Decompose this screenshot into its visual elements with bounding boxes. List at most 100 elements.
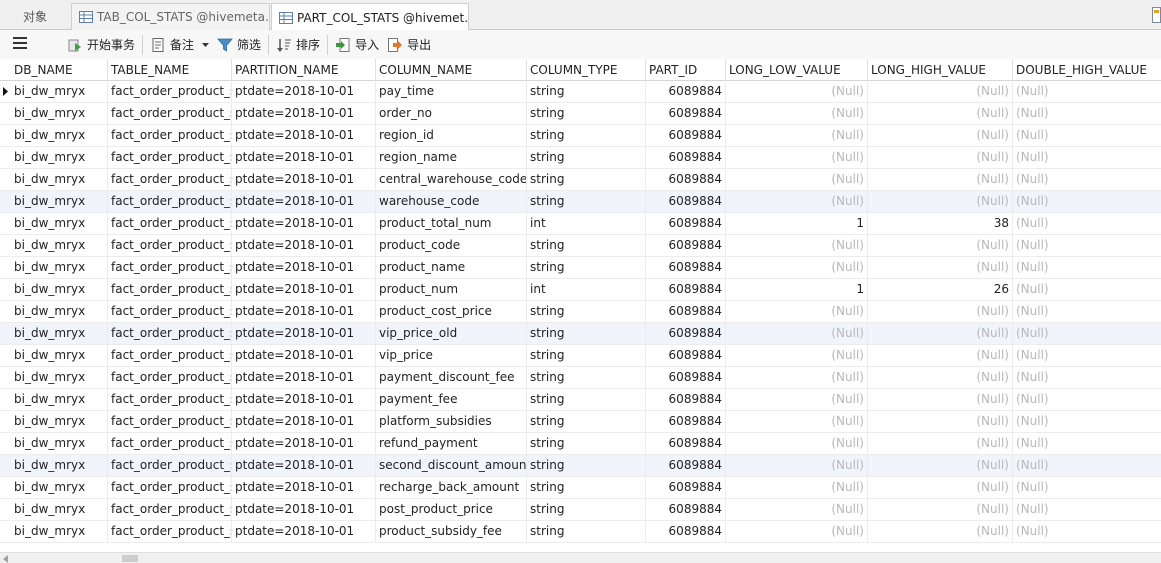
table-cell[interactable]: fact_order_product_s [108, 455, 232, 476]
tab-tab-col-stats[interactable]: TAB_COL_STATS @hivemeta... [71, 3, 270, 30]
table-cell[interactable]: (Null) [726, 169, 868, 190]
table-cell[interactable]: string [527, 103, 646, 124]
table-cell[interactable]: string [527, 389, 646, 410]
table-row[interactable]: bi_dw_mryx fact_order_product_s ptdate=201… [0, 169, 1161, 191]
table-cell[interactable]: (Null) [726, 257, 868, 278]
column-header-db-name[interactable]: DB_NAME [11, 59, 108, 81]
table-cell[interactable]: 6089884 [646, 213, 726, 234]
table-cell[interactable]: bi_dw_mryx [11, 323, 108, 344]
table-cell[interactable]: vip_price_old [376, 323, 527, 344]
table-cell[interactable]: fact_order_product_s [108, 191, 232, 212]
table-cell[interactable]: bi_dw_mryx [11, 301, 108, 322]
table-cell[interactable]: (Null) [1013, 257, 1161, 278]
column-header-column-name[interactable]: COLUMN_NAME [376, 59, 527, 81]
table-cell[interactable]: (Null) [868, 433, 1013, 454]
table-cell[interactable]: (Null) [726, 389, 868, 410]
table-row[interactable]: bi_dw_mryx fact_order_product_s ptdate=201… [0, 455, 1161, 477]
table-cell[interactable]: (Null) [1013, 213, 1161, 234]
table-cell[interactable]: fact_order_product_s [108, 499, 232, 520]
table-cell[interactable]: fact_order_product_s [108, 257, 232, 278]
table-cell[interactable]: (Null) [868, 125, 1013, 146]
table-row[interactable]: bi_dw_mryx fact_order_product_s ptdate=201… [0, 477, 1161, 499]
table-cell[interactable]: ptdate=2018-10-01 [232, 389, 376, 410]
table-row[interactable]: bi_dw_mryx fact_order_product_s ptdate=201… [0, 389, 1161, 411]
table-cell[interactable]: fact_order_product_s [108, 147, 232, 168]
table-cell[interactable]: string [527, 411, 646, 432]
table-cell[interactable]: string [527, 345, 646, 366]
table-cell[interactable]: (Null) [868, 103, 1013, 124]
table-cell[interactable]: 6089884 [646, 389, 726, 410]
tab-part-col-stats[interactable]: PART_COL_STATS @hivemet... [271, 3, 469, 31]
table-cell[interactable]: bi_dw_mryx [11, 389, 108, 410]
table-cell[interactable]: (Null) [868, 147, 1013, 168]
table-row[interactable]: bi_dw_mryx fact_order_product_s ptdate=201… [0, 147, 1161, 169]
table-cell[interactable]: ptdate=2018-10-01 [232, 499, 376, 520]
table-cell[interactable]: bi_dw_mryx [11, 169, 108, 190]
table-cell[interactable]: string [527, 191, 646, 212]
table-cell[interactable]: (Null) [868, 81, 1013, 102]
table-cell[interactable]: bi_dw_mryx [11, 235, 108, 256]
table-cell[interactable]: ptdate=2018-10-01 [232, 345, 376, 366]
table-cell[interactable]: ptdate=2018-10-01 [232, 147, 376, 168]
table-cell[interactable]: ptdate=2018-10-01 [232, 213, 376, 234]
table-cell[interactable]: (Null) [1013, 455, 1161, 476]
table-cell[interactable]: pay_time [376, 81, 527, 102]
table-cell[interactable]: (Null) [1013, 103, 1161, 124]
table-cell[interactable]: bi_dw_mryx [11, 191, 108, 212]
table-row[interactable]: bi_dw_mryx fact_order_product_s ptdate=201… [0, 235, 1161, 257]
table-cell[interactable]: ptdate=2018-10-01 [232, 323, 376, 344]
table-cell[interactable]: 1 [726, 213, 868, 234]
table-cell[interactable]: 6089884 [646, 81, 726, 102]
export-button[interactable]: 导出 [383, 33, 435, 57]
table-cell[interactable]: (Null) [726, 301, 868, 322]
table-cell[interactable]: (Null) [868, 499, 1013, 520]
table-cell[interactable]: string [527, 235, 646, 256]
column-header-partition-name[interactable]: PARTITION_NAME [232, 59, 376, 81]
table-cell[interactable]: (Null) [726, 191, 868, 212]
tab-objects[interactable]: 对象 [0, 3, 70, 30]
scroll-left-icon[interactable] [3, 555, 8, 563]
sort-button[interactable]: 排序 [272, 33, 324, 57]
table-cell[interactable]: (Null) [1013, 279, 1161, 300]
table-cell[interactable]: (Null) [868, 345, 1013, 366]
table-cell[interactable]: 6089884 [646, 411, 726, 432]
table-cell[interactable]: bi_dw_mryx [11, 81, 108, 102]
table-cell[interactable]: ptdate=2018-10-01 [232, 367, 376, 388]
table-cell[interactable]: fact_order_product_s [108, 103, 232, 124]
table-cell[interactable]: (Null) [868, 191, 1013, 212]
table-row[interactable]: bi_dw_mryx fact_order_product_s ptdate=201… [0, 433, 1161, 455]
table-cell[interactable]: 38 [868, 213, 1013, 234]
table-cell[interactable]: vip_price [376, 345, 527, 366]
table-cell[interactable]: (Null) [1013, 323, 1161, 344]
column-header-column-type[interactable]: COLUMN_TYPE [527, 59, 646, 81]
table-cell[interactable]: (Null) [726, 345, 868, 366]
table-cell[interactable]: ptdate=2018-10-01 [232, 433, 376, 454]
table-cell[interactable]: string [527, 125, 646, 146]
table-cell[interactable]: (Null) [726, 81, 868, 102]
column-header-double-high-value[interactable]: DOUBLE_HIGH_VALUE [1013, 59, 1161, 81]
table-cell[interactable]: ptdate=2018-10-01 [232, 169, 376, 190]
table-cell[interactable]: fact_order_product_s [108, 279, 232, 300]
table-cell[interactable]: 6089884 [646, 147, 726, 168]
table-cell[interactable]: int [527, 213, 646, 234]
table-cell[interactable]: refund_payment [376, 433, 527, 454]
table-cell[interactable]: 6089884 [646, 477, 726, 498]
table-cell[interactable]: bi_dw_mryx [11, 521, 108, 542]
table-cell[interactable]: product_cost_price [376, 301, 527, 322]
table-cell[interactable]: string [527, 323, 646, 344]
table-cell[interactable]: ptdate=2018-10-01 [232, 411, 376, 432]
column-header-long-low-value[interactable]: LONG_LOW_VALUE [726, 59, 868, 81]
table-cell[interactable]: 6089884 [646, 323, 726, 344]
table-row[interactable]: bi_dw_mryx fact_order_product_s ptdate=201… [0, 411, 1161, 433]
table-cell[interactable]: (Null) [1013, 301, 1161, 322]
table-cell[interactable]: (Null) [726, 499, 868, 520]
table-cell[interactable]: int [527, 279, 646, 300]
table-cell[interactable]: region_id [376, 125, 527, 146]
table-cell[interactable]: 6089884 [646, 345, 726, 366]
table-cell[interactable]: 6089884 [646, 235, 726, 256]
table-cell[interactable]: (Null) [1013, 521, 1161, 542]
table-cell[interactable]: 6089884 [646, 499, 726, 520]
panel-toggle-icon[interactable] [1151, 6, 1161, 24]
table-cell[interactable]: fact_order_product_s [108, 323, 232, 344]
table-row[interactable]: bi_dw_mryx fact_order_product_s ptdate=201… [0, 367, 1161, 389]
